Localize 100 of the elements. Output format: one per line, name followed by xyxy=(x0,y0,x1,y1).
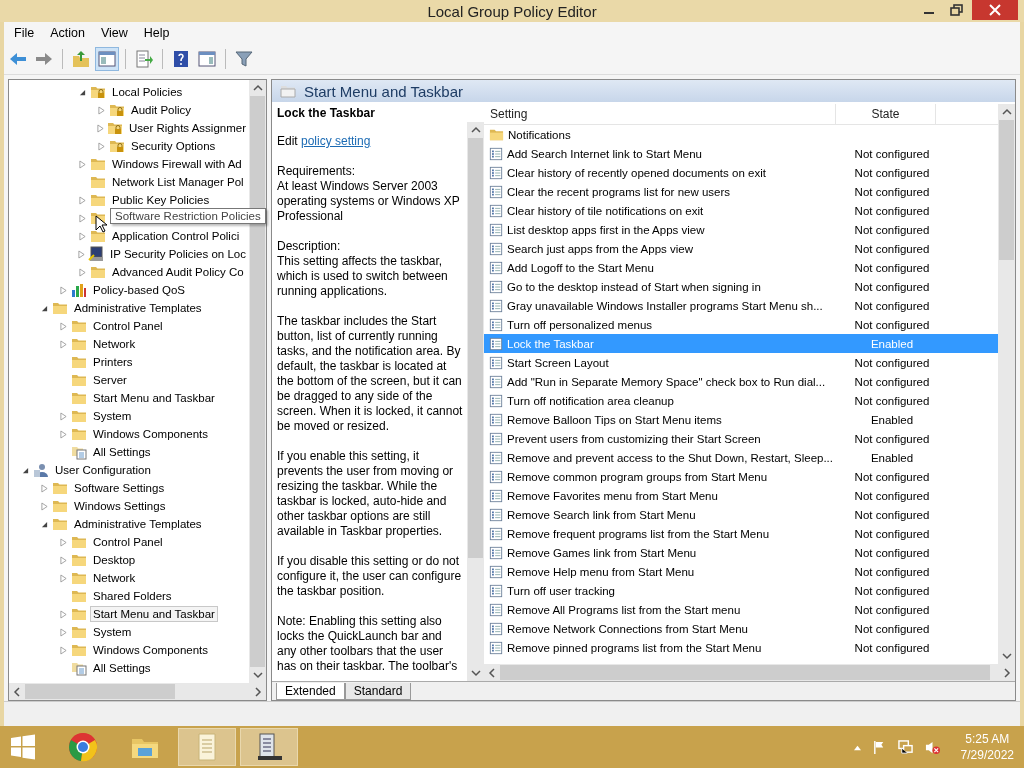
tree-item[interactable]: Local Policies xyxy=(109,84,186,100)
scroll-up-icon[interactable] xyxy=(470,126,481,134)
tree-item[interactable]: User Rights Assignmer xyxy=(126,120,249,136)
policy-setting-link[interactable]: policy setting xyxy=(301,134,371,148)
expand-arrow-icon[interactable] xyxy=(59,411,67,421)
tree-item[interactable]: Start Menu and Taskbar xyxy=(90,390,218,406)
expand-arrow-icon[interactable] xyxy=(40,483,48,493)
scroll-down-icon[interactable] xyxy=(470,669,481,677)
tree-item[interactable]: System xyxy=(90,408,135,424)
setting-row[interactable]: Prevent users from customizing their Start Screen Not configured xyxy=(484,429,998,448)
tree-item[interactable]: Public Key Policies xyxy=(109,192,213,208)
tree-item[interactable]: Desktop xyxy=(90,552,139,568)
scrollbar[interactable] xyxy=(998,104,1015,664)
tree-item[interactable]: Windows Firewall with Ad xyxy=(109,156,245,172)
setting-row[interactable]: Add Search Internet link to Start Menu Not configured xyxy=(484,144,998,163)
column-header[interactable]: Setting xyxy=(484,104,836,124)
setting-row[interactable]: Remove frequent programs list from the Start Menu Not configured xyxy=(484,524,998,543)
setting-row[interactable]: Clear the recent programs list for new users Not configured xyxy=(484,182,998,201)
setting-row[interactable]: Remove Search link from Start Menu Not configured xyxy=(484,505,998,524)
muted-speaker-icon[interactable] xyxy=(923,739,941,755)
setting-row[interactable]: Remove All Programs list from the Start menu Not configured xyxy=(484,600,998,619)
expand-arrow-icon[interactable] xyxy=(59,627,67,637)
tree-item[interactable]: System xyxy=(90,624,135,640)
expand-arrow-icon[interactable] xyxy=(97,141,105,151)
tree-item[interactable]: Software Settings xyxy=(71,480,168,496)
expand-arrow-icon[interactable] xyxy=(96,123,104,133)
expand-arrow-icon[interactable] xyxy=(40,501,48,511)
setting-row[interactable]: Remove and prevent access to the Shut Down, Restart, Sleep... Enabled xyxy=(484,448,998,467)
tree-item[interactable]: Control Panel xyxy=(90,534,166,550)
tree-item[interactable]: IP Security Policies on Loc xyxy=(107,246,249,262)
expand-arrow-icon[interactable] xyxy=(59,429,67,439)
menu-item[interactable]: Help xyxy=(135,24,178,42)
tree-item[interactable]: Control Panel xyxy=(90,318,166,334)
scroll-left-icon[interactable] xyxy=(13,686,21,697)
scroll-right-icon[interactable] xyxy=(1003,667,1011,678)
setting-row[interactable]: Remove Help menu from Start Menu Not configured xyxy=(484,562,998,581)
tree-item[interactable]: Audit Policy xyxy=(128,102,195,118)
setting-row[interactable]: Turn off notification area cleanup Not configured xyxy=(484,391,998,410)
scroll-left-icon[interactable] xyxy=(488,667,496,678)
setting-row[interactable]: Remove common program groups from Start Menu Not configured xyxy=(484,467,998,486)
tree-item[interactable]: Administrative Templates xyxy=(71,516,205,532)
view-tab[interactable]: Standard xyxy=(344,683,412,700)
start-button[interactable] xyxy=(10,734,36,760)
setting-row[interactable]: Add Logoff to the Start Menu Not configured xyxy=(484,258,998,277)
expand-arrow-icon[interactable] xyxy=(59,645,67,655)
setting-row[interactable]: List desktop apps first in the Apps view Not configured xyxy=(484,220,998,239)
tree-item[interactable]: Start Menu and Taskbar xyxy=(90,606,218,622)
expand-arrow-icon[interactable] xyxy=(78,195,86,205)
setting-row[interactable]: Turn off user tracking Not configured xyxy=(484,581,998,600)
expand-arrow-icon[interactable] xyxy=(77,249,85,259)
tree-item[interactable]: Windows Components xyxy=(90,642,212,658)
tree-item[interactable]: Windows Settings xyxy=(71,498,169,514)
tree-item[interactable]: User Configuration xyxy=(52,462,154,478)
setting-row[interactable]: Remove Games link from Start Menu Not configured xyxy=(484,543,998,562)
scroll-thumb[interactable] xyxy=(500,665,990,680)
tree-item[interactable]: Windows Components xyxy=(90,426,212,442)
tree-item[interactable]: Administrative Templates xyxy=(71,300,205,316)
setting-row[interactable]: Start Screen Layout Not configured xyxy=(484,353,998,372)
close-button[interactable] xyxy=(972,0,1018,20)
tree-item[interactable]: Server xyxy=(90,372,130,388)
tree-item[interactable]: Shared Folders xyxy=(90,588,175,604)
tree-item[interactable]: Network xyxy=(90,336,139,352)
scroll-right-icon[interactable] xyxy=(254,686,262,697)
setting-row[interactable]: Search just apps from the Apps view Not configured xyxy=(484,239,998,258)
scrollbar[interactable] xyxy=(467,122,484,681)
setting-row[interactable]: Clear history of recently opened documents on exit Not configured xyxy=(484,163,998,182)
expand-arrow-icon[interactable] xyxy=(59,555,67,565)
setting-row[interactable]: Add "Run in Separate Memory Space" check box to Run dial... Not configured xyxy=(484,372,998,391)
menu-item[interactable]: File xyxy=(6,24,43,42)
collapse-arrow-icon[interactable] xyxy=(21,466,29,474)
tree-item[interactable]: Policy-based QoS xyxy=(90,282,189,298)
collapse-arrow-icon[interactable] xyxy=(78,88,86,96)
expand-arrow-icon[interactable] xyxy=(59,609,67,619)
scroll-down-icon[interactable] xyxy=(1001,652,1012,660)
network-icon[interactable] xyxy=(896,739,914,755)
scrollbar[interactable] xyxy=(9,683,266,700)
view-tab[interactable]: Extended xyxy=(276,683,345,700)
expand-arrow-icon[interactable] xyxy=(59,573,67,583)
scroll-thumb[interactable] xyxy=(25,684,175,699)
tree-item[interactable]: All Settings xyxy=(90,444,154,460)
tree-item[interactable]: Security Options xyxy=(128,138,219,154)
setting-row[interactable]: Turn off personalized menus Not configured xyxy=(484,315,998,334)
expand-arrow-icon[interactable] xyxy=(78,213,86,223)
expand-arrow-icon[interactable] xyxy=(59,339,67,349)
menu-item[interactable]: Action xyxy=(42,24,93,42)
menu-item[interactable]: View xyxy=(92,24,136,42)
setting-row[interactable]: Gray unavailable Windows Installer programs Start Menu sh... Not configured xyxy=(484,296,998,315)
expand-arrow-icon[interactable] xyxy=(78,267,86,277)
setting-row[interactable]: Remove Favorites menu from Start Menu Not configured xyxy=(484,486,998,505)
scroll-up-icon[interactable] xyxy=(252,84,263,92)
setting-row[interactable]: Remove pinned programs list from the Start Menu Not configured xyxy=(484,638,998,657)
tree-item[interactable]: Network xyxy=(90,570,139,586)
expand-arrow-icon[interactable] xyxy=(78,231,86,241)
scroll-thumb[interactable] xyxy=(468,138,483,558)
show-hidden-icons-icon[interactable] xyxy=(852,743,862,751)
tree-item[interactable]: Network List Manager Pol xyxy=(109,174,247,190)
round-app-icon[interactable] xyxy=(67,731,99,763)
collapse-arrow-icon[interactable] xyxy=(40,304,48,312)
expand-arrow-icon[interactable] xyxy=(97,105,105,115)
setting-row[interactable]: Go to the desktop instead of Start when signing in Not configured xyxy=(484,277,998,296)
